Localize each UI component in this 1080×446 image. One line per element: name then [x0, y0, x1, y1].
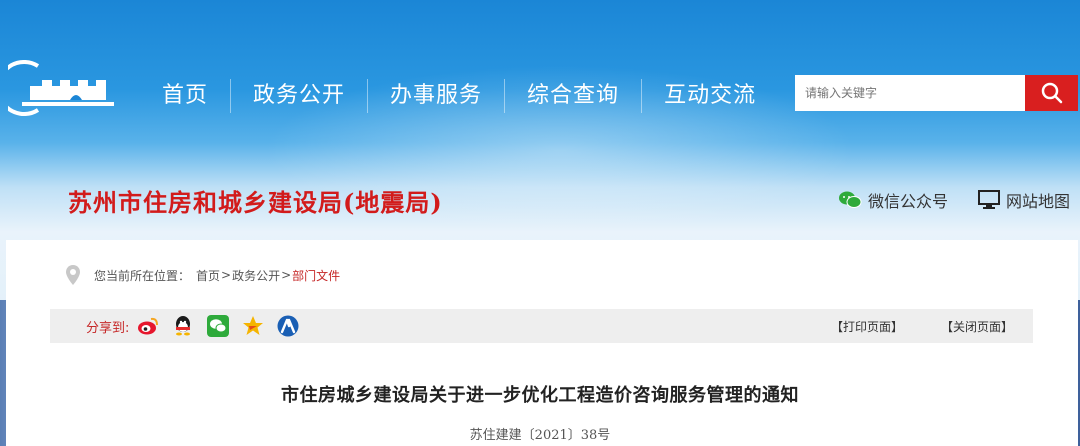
close-page-link[interactable]: 【关闭页面】 [941, 318, 1013, 335]
wechat-share-icon[interactable] [207, 315, 230, 337]
nav-item-query[interactable]: 综合查询 [505, 79, 643, 113]
breadcrumb-prefix: 您当前所在位置： [94, 268, 191, 283]
nav-item-services[interactable]: 办事服务 [368, 79, 506, 113]
wechat-icon [838, 191, 862, 208]
search-box [795, 75, 1078, 111]
breadcrumb-home[interactable]: 首页 [196, 267, 220, 284]
nav-item-gov-affairs[interactable]: 政务公开 [231, 79, 369, 113]
print-page-link[interactable]: 【打印页面】 [831, 318, 903, 335]
weibo-icon[interactable] [137, 315, 159, 337]
share-bar: 分享到: 【打印页面】 【关闭页面】 [50, 309, 1033, 343]
page-actions: 【打印页面】 【关闭页面】 [831, 318, 1013, 335]
sitemap-label: 网站地图 [1005, 192, 1070, 211]
breadcrumb: 您当前所在位置： 首页 > 政务公开 > 部门文件 [64, 264, 340, 286]
site-title: 苏州市住房和城乡建设局(地震局) [68, 188, 443, 217]
nav-item-home[interactable]: 首页 [140, 79, 232, 113]
breadcrumb-dept-docs[interactable]: 部门文件 [292, 267, 340, 284]
qzone-icon[interactable] [242, 315, 264, 337]
search-input[interactable] [795, 75, 1025, 111]
sitemap-link[interactable]: 网站地图 [977, 188, 1070, 212]
renren-icon[interactable] [277, 315, 299, 337]
wechat-link[interactable]: 微信公众号 [838, 188, 948, 212]
breadcrumb-separator: > [281, 268, 292, 282]
breadcrumb-gov-affairs[interactable]: 政务公开 [232, 267, 280, 284]
search-button[interactable] [1025, 75, 1078, 111]
site-logo[interactable] [0, 60, 120, 116]
document-number: 苏住建建〔2021〕38号 [469, 428, 611, 443]
location-pin-icon [66, 265, 80, 285]
main-nav: 首页 政务公开 办事服务 综合查询 互动交流 [140, 76, 778, 116]
breadcrumb-separator: > [221, 268, 232, 282]
share-label: 分享到: [86, 320, 130, 336]
article-title: 市住房城乡建设局关于进一步优化工程造价咨询服务管理的通知 [281, 385, 799, 406]
top-links: 微信公众号 网站地图 [838, 188, 1070, 212]
wechat-label: 微信公众号 [867, 192, 948, 211]
nav-item-interaction[interactable]: 互动交流 [642, 79, 778, 113]
monitor-icon [977, 190, 1000, 209]
qq-icon[interactable] [172, 315, 194, 337]
search-icon [1041, 82, 1062, 104]
